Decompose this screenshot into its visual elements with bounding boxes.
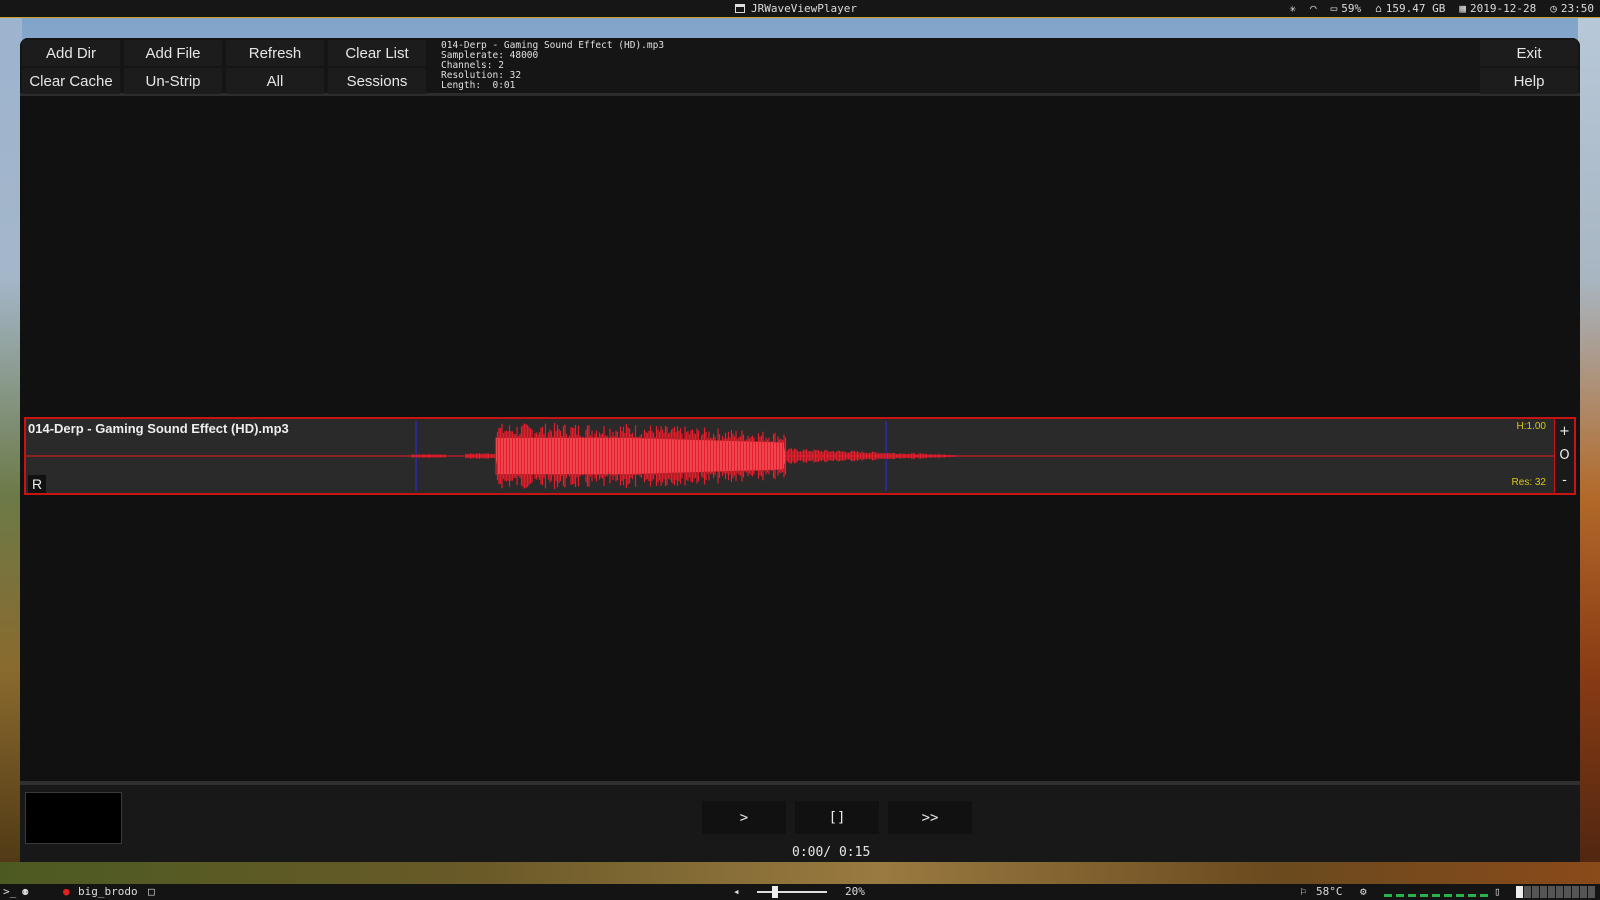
system-volume-handle[interactable] xyxy=(772,886,778,898)
refresh-button[interactable]: Refresh xyxy=(226,40,324,66)
wallpaper-left xyxy=(0,18,22,886)
cpu-icon: ⚙ xyxy=(1360,885,1367,898)
playback-time: 0:00/ 0:15 xyxy=(792,845,871,860)
top-status-bar: JRWaveViewPlayer ✳ ◠ ▭ 59% ⌂ 159.47 GB ▦ 20… xyxy=(0,0,1600,18)
memory-usage-graph xyxy=(1516,886,1595,898)
window-title-text: JRWaveViewPlayer xyxy=(751,2,857,15)
disk-free: 159.47 GB xyxy=(1385,2,1446,15)
status-tray: ✳ ◠ ▭ 59% ⌂ 159.47 GB ▦ 2019-12-28 ◷ 23:50 xyxy=(1289,2,1594,15)
all-button[interactable]: All xyxy=(226,68,324,94)
date-status: ▦ 2019-12-28 xyxy=(1459,2,1536,15)
strip-height-label: H:1.00 xyxy=(1516,421,1546,432)
strip-resolution-label: Res: 32 xyxy=(1511,477,1546,488)
add-file-button[interactable]: Add File xyxy=(124,40,222,66)
calendar-icon: ▦ xyxy=(1459,2,1467,15)
file-info-length: Length: 0:01 xyxy=(441,80,516,91)
terminal-icon[interactable]: >_ xyxy=(3,885,16,898)
battery-icon: ▭ xyxy=(1330,2,1338,15)
clock-text: 23:50 xyxy=(1560,2,1594,15)
play-button[interactable]: > xyxy=(702,801,786,834)
next-button[interactable]: >> xyxy=(888,801,972,834)
video-preview xyxy=(25,792,122,844)
zoom-in-button[interactable]: + xyxy=(1555,419,1574,444)
audio-strip[interactable]: 014-Derp - Gaming Sound Effect (HD).mp3 … xyxy=(24,417,1576,495)
strip-area: 014-Derp - Gaming Sound Effect (HD).mp3 … xyxy=(20,99,1580,781)
username: big_brodo xyxy=(78,885,138,898)
strip-r-button[interactable]: R xyxy=(28,475,46,493)
recording-dot-icon: ● xyxy=(63,885,70,898)
strip-zoom-controls: + O - xyxy=(1554,419,1574,493)
un-strip-button[interactable]: Un-Strip xyxy=(124,68,222,94)
system-volume-track[interactable] xyxy=(757,891,827,893)
speaker-icon[interactable]: ◂ xyxy=(733,885,740,898)
waveform-body xyxy=(411,423,956,489)
clear-cache-button[interactable]: Clear Cache xyxy=(22,68,120,94)
github-icon[interactable]: ⚉ xyxy=(22,885,29,898)
exit-button[interactable]: Exit xyxy=(1480,40,1578,66)
window-title: JRWaveViewPlayer xyxy=(735,2,857,15)
wallpaper-right xyxy=(1578,18,1600,886)
cpu-usage-graph xyxy=(1384,888,1488,897)
disk-status: ⌂ 159.47 GB xyxy=(1375,2,1445,15)
disk-icon: ⌂ xyxy=(1375,2,1382,15)
thermometer-icon: ⚐ xyxy=(1300,885,1307,898)
strip-title: 014-Derp - Gaming Sound Effect (HD).mp3 xyxy=(28,421,289,436)
bottom-status-bar: >_ ⚉ ● big_brodo □ ◂ 20% ⚐ 58°C ⚙ ▯ xyxy=(0,884,1600,900)
player-panel: > [] >> 0:00/ 0:15 xyxy=(20,781,1580,862)
memory-icon: ▯ xyxy=(1494,885,1501,898)
toolbar: Add Dir Add File Refresh Clear List Clea… xyxy=(20,38,1580,96)
add-dir-button[interactable]: Add Dir xyxy=(22,40,120,66)
system-volume-percent: 20% xyxy=(845,885,865,898)
bluetooth-icon[interactable]: ✳ xyxy=(1289,2,1296,15)
cpu-temp: 58°C xyxy=(1316,885,1343,898)
stop-button[interactable]: [] xyxy=(795,801,879,834)
app-window: Add Dir Add File Refresh Clear List Clea… xyxy=(20,38,1580,862)
date-text: 2019-12-28 xyxy=(1470,2,1537,15)
clock-status: ◷ 23:50 xyxy=(1550,2,1594,15)
clear-list-button[interactable]: Clear List xyxy=(328,40,426,66)
help-button[interactable]: Help xyxy=(1480,68,1578,94)
wallpaper-bottom xyxy=(0,862,1600,884)
sessions-button[interactable]: Sessions xyxy=(328,68,426,94)
chat-icon[interactable]: □ xyxy=(148,885,155,898)
wifi-icon[interactable]: ◠ xyxy=(1310,2,1317,15)
clock-icon: ◷ xyxy=(1550,2,1557,15)
zoom-reset-button[interactable]: O xyxy=(1555,444,1574,469)
battery-status: ▭ 59% xyxy=(1331,2,1362,15)
window-icon xyxy=(735,4,745,13)
battery-percent: 59% xyxy=(1341,2,1362,15)
zoom-out-button[interactable]: - xyxy=(1555,468,1574,493)
file-info: 014-Derp - Gaming Sound Effect (HD).mp3 … xyxy=(441,41,664,91)
